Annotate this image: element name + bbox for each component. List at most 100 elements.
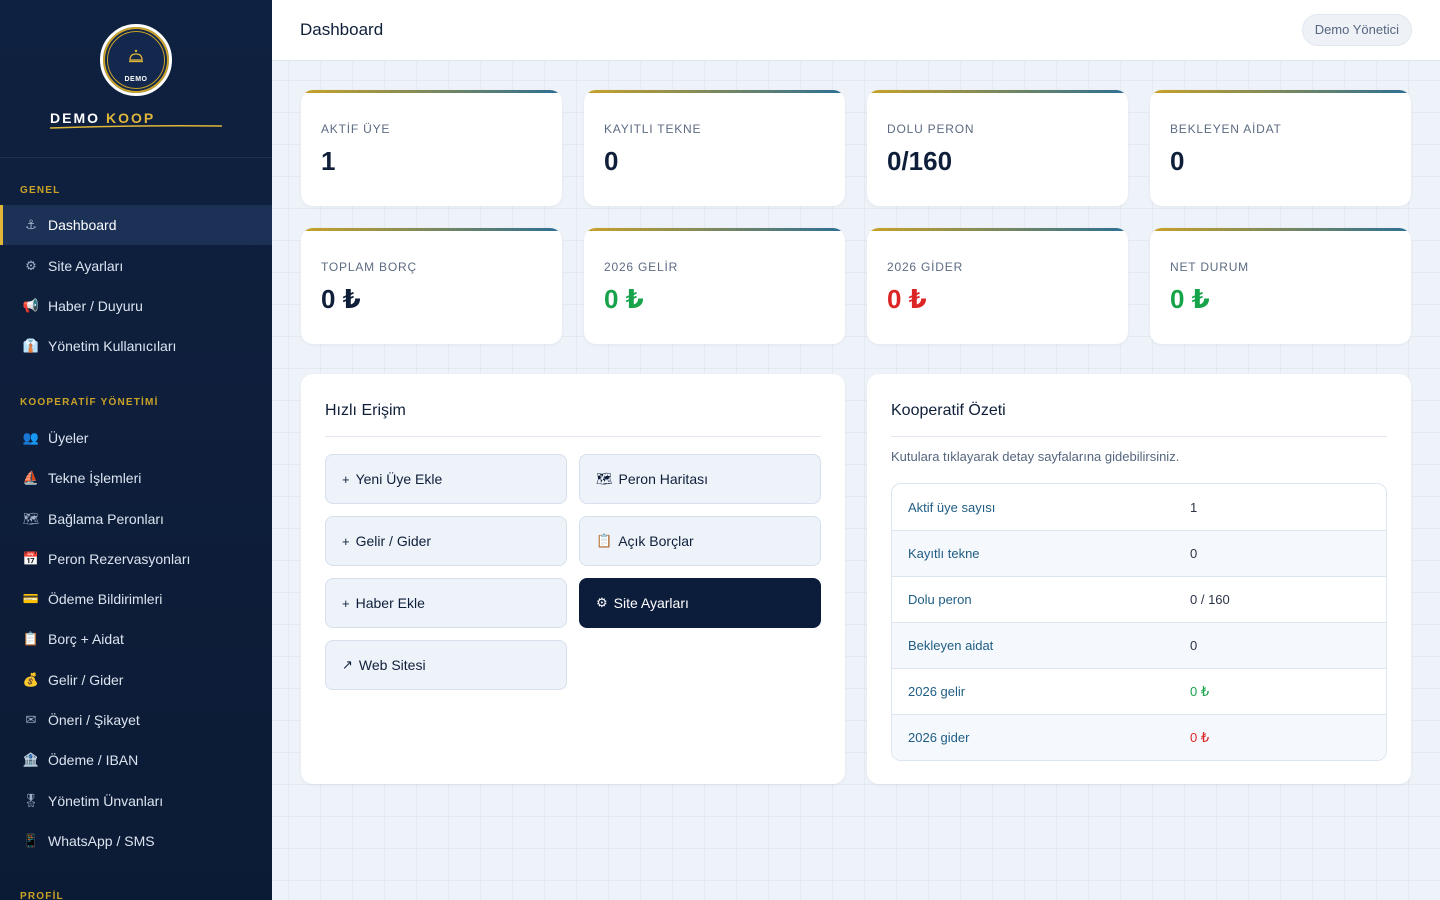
website-button[interactable]: ↗ Web Sitesi [325, 640, 567, 690]
sidebar-item-label: Yönetim Kullanıcıları [48, 338, 177, 354]
anchor-icon: ⚓ [25, 217, 37, 232]
quick-access-panel: Hızlı Erişim + Yeni Üye Ekle 🗺 Peron Harit… [301, 374, 845, 784]
brand-underline [50, 125, 222, 129]
stat-card-income[interactable]: 2026 GELİR 0 ₺ [584, 228, 845, 344]
table-row[interactable]: Aktif üye sayısı 1 [892, 484, 1386, 530]
sidebar-item-label: Öneri / Şikayet [48, 712, 140, 728]
stat-label: AKTİF ÜYE [321, 122, 391, 136]
card-icon: 💳 [22, 591, 40, 606]
stat-value: 0 ₺ [1170, 284, 1210, 314]
button-label: Açık Borçlar [618, 533, 694, 549]
open-debts-button[interactable]: 📋 Açık Borçlar [579, 516, 821, 566]
sidebar-item-titles[interactable]: 🎖 Yönetim Ünvanları [0, 781, 272, 821]
button-label: Haber Ekle [355, 595, 425, 611]
sidebar-item-reservations[interactable]: 📅 Peron Rezervasyonları [0, 539, 272, 579]
section-title-cooperative: KOOPERATİF YÖNETİMİ [20, 397, 159, 408]
stat-card-total-debt[interactable]: TOPLAM BORÇ 0 ₺ [301, 228, 562, 344]
map-icon: 🗺 [22, 511, 40, 526]
sidebar-item-label: Site Ayarları [48, 258, 124, 274]
sidebar-item-label: Borç + Aidat [48, 631, 124, 647]
sidebar-item-news[interactable]: 📢 Haber / Duyuru [0, 286, 272, 326]
sidebar-item-label: Bağlama Peronları [48, 511, 164, 527]
row-value: 0 ₺ [1190, 729, 1210, 745]
user-menu[interactable]: Demo Yönetici [1301, 14, 1412, 46]
logo[interactable]: DEMO [100, 24, 172, 96]
sidebar-item-debt-dues[interactable]: 📋 Borç + Aidat [0, 619, 272, 659]
summary-note: Kutulara tıklayarak detay sayfalarına gi… [891, 449, 1180, 464]
row-key: Dolu peron [908, 592, 972, 607]
section-title-genel: GENEL [20, 185, 61, 196]
stat-card-occupied-berths[interactable]: DOLU PERON 0/160 [867, 90, 1128, 206]
stat-value: 1 [321, 146, 336, 176]
sidebar-item-whatsapp-sms[interactable]: 📱 WhatsApp / SMS [0, 821, 272, 861]
row-value: 0 [1190, 546, 1198, 561]
panel-title: Hızlı Erişim [325, 402, 406, 419]
add-member-button[interactable]: + Yeni Üye Ekle [325, 454, 567, 504]
sidebar-item-label: Tekne İşlemleri [48, 470, 142, 486]
row-value: 0 / 160 [1190, 592, 1230, 607]
money-bag-icon: 💰 [22, 672, 40, 687]
gear-icon: ⚙ [596, 595, 608, 610]
table-row[interactable]: Dolu peron 0 / 160 [892, 576, 1386, 622]
stat-card-active-members[interactable]: AKTİF ÜYE 1 [301, 90, 562, 206]
bell-icon [129, 49, 143, 63]
add-income-expense-button[interactable]: + Gelir / Gider [325, 516, 567, 566]
table-row[interactable]: 2026 gelir 0 ₺ [892, 668, 1386, 714]
map-icon: 🗺 [596, 471, 613, 486]
megaphone-icon: 📢 [22, 298, 40, 313]
clipboard-icon: 📋 [22, 631, 40, 646]
stat-value: 0 [1170, 146, 1185, 176]
calendar-icon: 📅 [22, 551, 40, 566]
sidebar-item-payment-iban[interactable]: 🏦 Ödeme / IBAN [0, 740, 272, 780]
stat-value: 0 ₺ [604, 284, 644, 314]
sidebar-item-members[interactable]: 👥 Üyeler [0, 418, 272, 458]
button-label: Site Ayarları [613, 595, 689, 611]
add-news-button[interactable]: + Haber Ekle [325, 578, 567, 628]
sidebar-item-admin-users[interactable]: 👔 Yönetim Kullanıcıları [0, 326, 272, 366]
plus-icon: + [342, 595, 350, 611]
sidebar-item-payment-notifications[interactable]: 💳 Ödeme Bildirimleri [0, 579, 272, 619]
table-row[interactable]: Bekleyen aidat 0 [892, 622, 1386, 668]
sidebar-item-site-settings[interactable]: ⚙ Site Ayarları [0, 246, 272, 286]
stat-label: TOPLAM BORÇ [321, 260, 417, 274]
logo-text: DEMO [124, 76, 148, 83]
page-title: Dashboard [300, 20, 384, 39]
stat-label: BEKLEYEN AİDAT [1170, 122, 1282, 136]
row-key: Aktif üye sayısı [908, 499, 996, 515]
summary-table: Aktif üye sayısı 1 Kayıtlı tekne 0 Dolu pe… [891, 483, 1387, 761]
topbar: Dashboard Demo Yönetici [272, 0, 1440, 61]
sidebar-item-berths[interactable]: 🗺 Bağlama Peronları [0, 499, 272, 539]
row-key: 2026 gelir [908, 684, 966, 699]
berth-map-button[interactable]: 🗺 Peron Haritası [579, 454, 821, 504]
plus-icon: + [342, 533, 350, 549]
sidebar-item-boats[interactable]: ⛵ Tekne İşlemleri [0, 458, 272, 498]
site-settings-button[interactable]: ⚙ Site Ayarları [579, 578, 821, 628]
table-row[interactable]: 2026 gider 0 ₺ [892, 714, 1386, 760]
row-value: 1 [1190, 499, 1198, 515]
row-value: 0 ₺ [1190, 683, 1210, 699]
stat-card-pending-dues[interactable]: BEKLEYEN AİDAT 0 [1150, 90, 1411, 206]
sidebar-item-label: Gelir / Gider [48, 672, 124, 688]
row-value: 0 [1190, 638, 1198, 653]
external-link-icon: ↗ [342, 657, 353, 672]
divider [891, 436, 1387, 437]
summary-panel: Kooperatif Özeti Kutulara tıklayarak det… [867, 374, 1411, 784]
row-key: 2026 gider [908, 730, 970, 745]
table-row[interactable]: Kayıtlı tekne 0 [892, 530, 1386, 576]
main-content: Dashboard Demo Yönetici AKTİF ÜYE 1 KAYI… [272, 0, 1440, 900]
stat-card-expense[interactable]: 2026 GİDER 0 ₺ [867, 228, 1128, 344]
sidebar-item-suggestions[interactable]: ✉ Öneri / Şikayet [0, 700, 272, 740]
sidebar-item-label: WhatsApp / SMS [48, 833, 155, 849]
sidebar-item-dashboard[interactable]: ⚓ Dashboard [0, 205, 272, 245]
button-label: Peron Haritası [618, 471, 708, 487]
stat-card-registered-boats[interactable]: KAYITLI TEKNE 0 [584, 90, 845, 206]
divider [325, 436, 821, 437]
stat-value: 0 ₺ [321, 284, 361, 314]
stat-label: DOLU PERON [887, 122, 975, 136]
button-label: Gelir / Gider [355, 533, 432, 549]
medal-icon: 🎖 [22, 793, 40, 808]
admin-users-icon: 👔 [22, 338, 40, 353]
gear-icon: ⚙ [25, 258, 37, 273]
stat-card-net-status[interactable]: NET DURUM 0 ₺ [1150, 228, 1411, 344]
sidebar-item-income-expense[interactable]: 💰 Gelir / Gider [0, 660, 272, 700]
